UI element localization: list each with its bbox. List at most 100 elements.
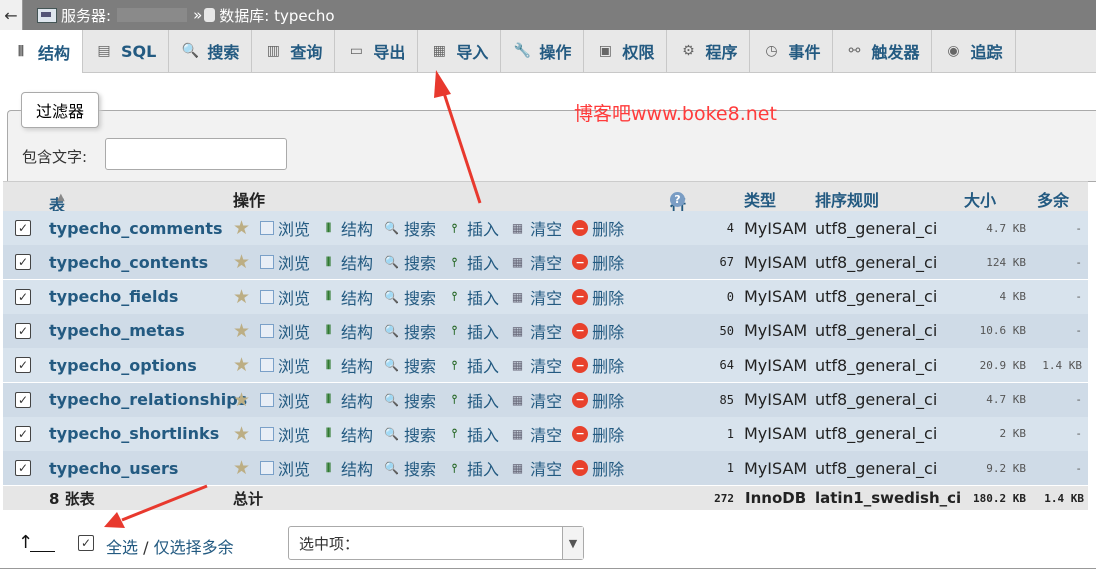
action-structure[interactable]: ⫴ 结构 xyxy=(320,388,373,412)
favorite-star-icon[interactable]: ★ xyxy=(233,217,250,239)
tab-6[interactable]: 🔧 操作 xyxy=(501,30,585,72)
action-search[interactable]: 🔍 搜索 xyxy=(383,422,436,446)
action-insert[interactable]: ⫯ 插入 xyxy=(446,353,499,377)
row-checkbox[interactable]: ✓ xyxy=(15,391,31,408)
column-type[interactable]: 类型 xyxy=(744,187,776,211)
size[interactable]: 124 KB xyxy=(986,245,1026,279)
action-structure[interactable]: ⫴ 结构 xyxy=(320,319,373,343)
action-browse[interactable]: 浏览 xyxy=(260,285,310,309)
action-browse[interactable]: 浏览 xyxy=(260,250,310,274)
filter-input[interactable] xyxy=(105,138,287,170)
tab-1[interactable]: ▤ SQL xyxy=(83,30,170,72)
action-browse[interactable]: 浏览 xyxy=(260,456,310,480)
size[interactable]: 4.7 KB xyxy=(986,383,1026,417)
action-structure[interactable]: ⫴ 结构 xyxy=(320,250,373,274)
favorite-star-icon[interactable]: ★ xyxy=(233,251,250,273)
action-browse[interactable]: 浏览 xyxy=(260,216,310,240)
action-drop[interactable]: − 删除 xyxy=(572,388,624,412)
action-insert[interactable]: ⫯ 插入 xyxy=(446,319,499,343)
action-empty[interactable]: ▦ 清空 xyxy=(509,353,562,377)
select-all-link[interactable]: 全选 xyxy=(106,538,138,557)
action-insert[interactable]: ⫯ 插入 xyxy=(446,456,499,480)
action-browse[interactable]: 浏览 xyxy=(260,319,310,343)
table-name-link[interactable]: typecho_users xyxy=(49,451,178,485)
tab-4[interactable]: ▭ 导出 xyxy=(335,30,419,72)
action-search[interactable]: 🔍 搜索 xyxy=(383,456,436,480)
tab-7[interactable]: ▣ 权限 xyxy=(584,30,668,72)
action-browse[interactable]: 浏览 xyxy=(260,388,310,412)
action-structure[interactable]: ⫴ 结构 xyxy=(320,422,373,446)
action-search[interactable]: 🔍 搜索 xyxy=(383,216,436,240)
tab-2[interactable]: 🔍 搜索 xyxy=(169,30,253,72)
action-insert[interactable]: ⫯ 插入 xyxy=(446,216,499,240)
select-all-checkbox[interactable]: ✓ xyxy=(78,535,94,551)
action-insert[interactable]: ⫯ 插入 xyxy=(446,285,499,309)
action-structure[interactable]: ⫴ 结构 xyxy=(320,285,373,309)
action-empty[interactable]: ▦ 清空 xyxy=(509,250,562,274)
action-empty[interactable]: ▦ 清空 xyxy=(509,319,562,343)
favorite-star-icon[interactable]: ★ xyxy=(233,286,250,308)
tab-3[interactable]: ▥ 查询 xyxy=(252,30,336,72)
table-name-link[interactable]: typecho_comments xyxy=(49,211,222,245)
size[interactable]: 4.7 KB xyxy=(986,211,1026,245)
tab-11[interactable]: ◉ 追踪 xyxy=(932,30,1016,72)
size[interactable]: 20.9 KB xyxy=(980,348,1026,382)
table-name-link[interactable]: typecho_metas xyxy=(49,314,185,348)
action-search[interactable]: 🔍 搜索 xyxy=(383,319,436,343)
tab-8[interactable]: ⚙ 程序 xyxy=(667,30,751,72)
favorite-star-icon[interactable]: ★ xyxy=(233,423,250,445)
column-size[interactable]: 大小 xyxy=(964,187,996,211)
action-search[interactable]: 🔍 搜索 xyxy=(383,353,436,377)
server-link[interactable]: 服务器: xyxy=(61,5,111,26)
with-selected-dropdown[interactable]: 选中项： ▼ xyxy=(288,526,584,560)
action-structure[interactable]: ⫴ 结构 xyxy=(320,456,373,480)
row-checkbox[interactable]: ✓ xyxy=(15,288,31,305)
action-drop[interactable]: − 删除 xyxy=(572,353,624,377)
action-search[interactable]: 🔍 搜索 xyxy=(383,285,436,309)
column-overhead[interactable]: 多余 xyxy=(1037,187,1069,211)
size[interactable]: 4 KB xyxy=(1000,280,1027,314)
table-name-link[interactable]: typecho_fields xyxy=(49,280,178,314)
action-insert[interactable]: ⫯ 插入 xyxy=(446,250,499,274)
database-link[interactable]: 数据库: typecho xyxy=(219,5,334,26)
favorite-star-icon[interactable]: ★ xyxy=(233,320,250,342)
action-browse[interactable]: 浏览 xyxy=(260,353,310,377)
action-insert[interactable]: ⫯ 插入 xyxy=(446,422,499,446)
favorite-star-icon[interactable]: ★ xyxy=(233,389,250,411)
tab-0[interactable]: ⫴ 结构 xyxy=(0,30,84,73)
tab-10[interactable]: ⚯ 触发器 xyxy=(833,30,933,72)
help-icon[interactable]: ? xyxy=(670,192,685,207)
row-checkbox[interactable]: ✓ xyxy=(15,254,31,271)
select-overhead-link[interactable]: 仅选择多余 xyxy=(154,538,234,557)
row-checkbox[interactable]: ✓ xyxy=(15,357,31,374)
row-checkbox[interactable]: ✓ xyxy=(15,425,31,442)
action-empty[interactable]: ▦ 清空 xyxy=(509,388,562,412)
action-structure[interactable]: ⫴ 结构 xyxy=(320,216,373,240)
size[interactable]: 10.6 KB xyxy=(980,314,1026,348)
size[interactable]: 9.2 KB xyxy=(986,451,1026,485)
favorite-star-icon[interactable]: ★ xyxy=(233,457,250,479)
size[interactable]: 2 KB xyxy=(1000,417,1027,451)
table-name-link[interactable]: typecho_options xyxy=(49,348,197,382)
action-drop[interactable]: − 删除 xyxy=(572,216,624,240)
back-arrow-icon[interactable]: ← xyxy=(0,0,23,30)
action-drop[interactable]: − 删除 xyxy=(572,422,624,446)
tab-5[interactable]: ▦ 导入 xyxy=(418,30,502,72)
row-checkbox[interactable]: ✓ xyxy=(15,220,31,236)
action-empty[interactable]: ▦ 清空 xyxy=(509,285,562,309)
tab-9[interactable]: ◷ 事件 xyxy=(750,30,834,72)
column-collation[interactable]: 排序规则 xyxy=(815,187,879,211)
action-drop[interactable]: − 删除 xyxy=(572,250,624,274)
action-empty[interactable]: ▦ 清空 xyxy=(509,216,562,240)
row-checkbox[interactable]: ✓ xyxy=(15,460,31,477)
action-insert[interactable]: ⫯ 插入 xyxy=(446,388,499,412)
table-name-link[interactable]: typecho_shortlinks xyxy=(49,417,219,451)
action-drop[interactable]: − 删除 xyxy=(572,285,624,309)
action-structure[interactable]: ⫴ 结构 xyxy=(320,353,373,377)
action-empty[interactable]: ▦ 清空 xyxy=(509,422,562,446)
favorite-star-icon[interactable]: ★ xyxy=(233,354,250,376)
action-drop[interactable]: − 删除 xyxy=(572,319,624,343)
action-search[interactable]: 🔍 搜索 xyxy=(383,250,436,274)
table-name-link[interactable]: typecho_relationships xyxy=(49,383,247,417)
action-browse[interactable]: 浏览 xyxy=(260,422,310,446)
